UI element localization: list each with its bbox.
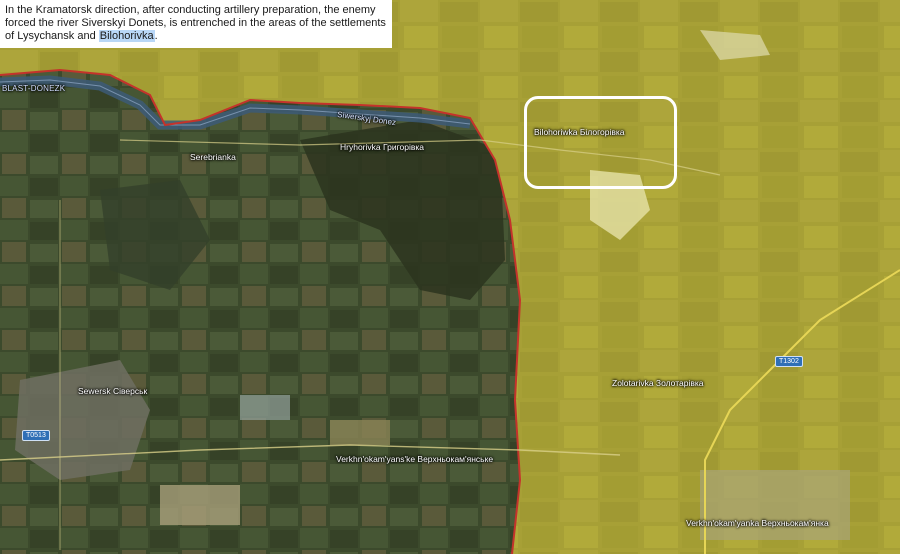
place-label-verkhnokamyanske[interactable]: Verkhn'okam'yans'ke Верхньокам'янське: [336, 454, 493, 464]
place-label-sewersk[interactable]: Sewersk Сіверськ: [78, 386, 147, 396]
bilohorivka-highlight-box: [524, 96, 677, 189]
caption-text: In the Kramatorsk direction, after condu…: [5, 4, 386, 42]
caption-end: .: [154, 30, 158, 42]
place-label-hryhorivka[interactable]: Hryhorivka Григорівка: [340, 142, 424, 152]
region-label: BLAST-DONEZK: [2, 84, 66, 93]
news-caption: In the Kramatorsk direction, after condu…: [0, 0, 392, 48]
place-label-zolotarivka[interactable]: Zolotarivka Золотарівка: [612, 378, 704, 388]
place-label-verkhnokamyanka[interactable]: Verkhn'okam'yanka Верхньокам'янка: [686, 518, 829, 528]
caption-highlight: Bilohorivka: [98, 30, 155, 42]
place-label-serebrianka[interactable]: Serebrianka: [190, 152, 236, 162]
road-shield-t1302: T1302: [775, 356, 803, 367]
road-shield-t0513: T0513: [22, 430, 50, 441]
satellite-map[interactable]: [0, 0, 900, 554]
